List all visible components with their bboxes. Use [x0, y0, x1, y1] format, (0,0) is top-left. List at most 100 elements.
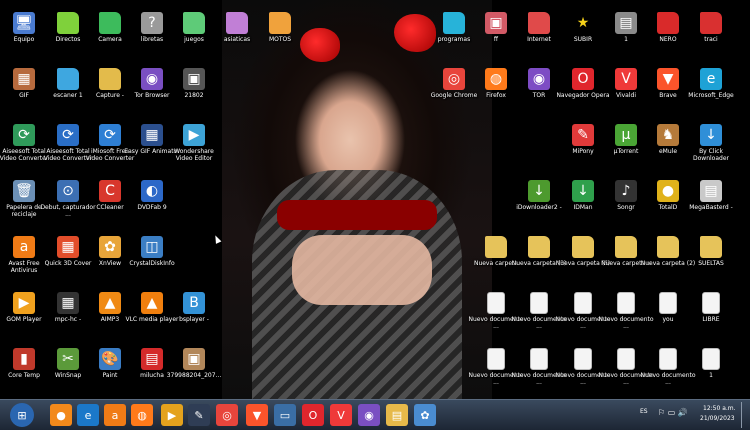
- text-file-icon: [702, 292, 720, 314]
- explorer-taskbar-icon[interactable]: ▤: [386, 404, 408, 426]
- desktop-icon[interactable]: ▣ 379988204_207...: [166, 348, 222, 379]
- text-file-icon: [530, 348, 548, 370]
- utorrent-icon: µ: [615, 124, 637, 146]
- paint-taskbar-icon[interactable]: ✿: [414, 404, 436, 426]
- start-button[interactable]: ⊞: [10, 403, 34, 427]
- mipony-icon: ✎: [572, 124, 594, 146]
- megabasterd-icon: ▤: [700, 180, 722, 202]
- idownloader-icon: ↓: [528, 180, 550, 202]
- image-file-icon: ▣: [485, 12, 507, 34]
- mouse-cursor: [212, 234, 222, 244]
- desktop-icon[interactable]: Bbsplayer -: [166, 292, 222, 323]
- pdf-file-icon: ▤: [141, 348, 163, 370]
- clock-time[interactable]: 12:50 a.m.: [703, 405, 736, 412]
- clock-date[interactable]: 21/09/2023: [700, 415, 735, 422]
- pen-taskbar-icon[interactable]: ✎: [188, 404, 210, 426]
- brave-taskbar-icon[interactable]: ▼: [246, 404, 268, 426]
- debut-icon: ⊙: [57, 180, 79, 202]
- tor-icon: ◉: [528, 68, 550, 90]
- folder-green-icon: [57, 12, 79, 34]
- desktop-icon[interactable]: ▶ Wondershare Video Editor: [166, 124, 222, 162]
- firefox-orb-icon[interactable]: ●: [50, 404, 72, 426]
- star-icon: ★: [576, 15, 590, 31]
- image-file-icon: ▣: [183, 68, 205, 90]
- folder-icon: [485, 236, 507, 258]
- text-file-icon: [530, 292, 548, 314]
- desktop-icon[interactable]: traci: [683, 12, 739, 43]
- edge-icon: e: [700, 68, 722, 90]
- firefox-taskbar-icon[interactable]: ◍: [131, 404, 153, 426]
- desktop-icon-label: MOTOS: [268, 36, 292, 43]
- recycle-bin-icon: 🗑: [13, 180, 35, 202]
- desktop-icon[interactable]: ◐ DVDFab 9: [124, 180, 180, 211]
- text-file-icon: [487, 348, 505, 370]
- desktop[interactable]: 🖥 Equipo Directos Camera? libretas juegos asia…: [0, 0, 750, 399]
- avast-taskbar-icon[interactable]: a: [104, 404, 126, 426]
- video-converter-icon: ⟳: [99, 124, 121, 146]
- firefox-icon: ◍: [485, 68, 507, 90]
- desktop-icon-label: LIBRE: [702, 316, 720, 323]
- ccleaner-icon: C: [99, 180, 121, 202]
- opera-taskbar-icon[interactable]: O: [302, 404, 324, 426]
- desktop-icon[interactable]: e Microsoft_Edge: [683, 68, 739, 99]
- folder-teal-icon: [443, 12, 465, 34]
- video-converter-icon: ⟳: [57, 124, 79, 146]
- tray-icons[interactable]: ⚐ ▭ 🔊: [658, 408, 688, 417]
- desktop-icon[interactable]: 1: [683, 348, 739, 379]
- vivaldi-taskbar-icon[interactable]: V: [330, 404, 352, 426]
- vlc-icon: ▲: [141, 292, 163, 314]
- wallpaper-photo: [222, 0, 492, 399]
- folder-icon: [615, 236, 637, 258]
- desktop-icon-label: DVDFab 9: [137, 204, 167, 211]
- desktop-icon[interactable]: LIBRE: [683, 292, 739, 323]
- core-temp-icon: ▮: [13, 348, 35, 370]
- media-player-taskbar-icon[interactable]: ▶: [161, 404, 183, 426]
- computer-icon: 🖥: [13, 12, 35, 34]
- desktop-icon-label: bsplayer -: [179, 316, 209, 323]
- gif-animator-icon: ▦: [141, 124, 163, 146]
- aimp-icon: ▲: [99, 292, 121, 314]
- desktop-icon-label: traci: [704, 36, 718, 43]
- gom-player-icon: ▶: [13, 292, 35, 314]
- brave-icon: ▼: [657, 68, 679, 90]
- chrome-icon: ◎: [443, 68, 465, 90]
- text-file-icon: [702, 348, 720, 370]
- folder-icon: [657, 236, 679, 258]
- text-file-icon: [617, 292, 635, 314]
- desktop-icon-label: MegaBasterd -: [689, 204, 733, 211]
- desktop-icon[interactable]: ◫ CrystalDiskInfo: [124, 236, 180, 267]
- text-file-icon: [487, 292, 505, 314]
- desktop-icon[interactable]: ↓ By Click Downloader: [683, 124, 739, 162]
- avast-icon: a: [13, 236, 35, 258]
- folder-icon: [572, 236, 594, 258]
- text-file-icon: [659, 292, 677, 314]
- video-converter-icon: ⟳: [13, 124, 35, 146]
- desktop-icon[interactable]: ▤ MegaBasterd -: [683, 180, 739, 211]
- quick3d-icon: ▦: [57, 236, 79, 258]
- window-taskbar-icon[interactable]: ▭: [274, 404, 296, 426]
- desktop-icon-label: Microsoft_Edge: [688, 92, 734, 99]
- desktop-icon-label: SUELTAS: [698, 260, 724, 267]
- taskbar: ⊞ ● e a ◍ ▶ ✎ ◎ ▼ ▭ O V ◉ ▤ ✿ ES ⚐ ▭ 🔊 12:50 a.m. 21/0…: [0, 399, 750, 430]
- image-file-icon: ▣: [183, 348, 205, 370]
- folder-red-icon: [528, 12, 550, 34]
- folder-red-icon: [700, 12, 722, 34]
- dvdfab-icon: ◐: [141, 180, 163, 202]
- show-desktop-button[interactable]: [741, 402, 750, 428]
- crystaldisk-icon: ◫: [141, 236, 163, 258]
- text-file-icon: [659, 348, 677, 370]
- desktop-icon[interactable]: ▣ 21802: [166, 68, 222, 99]
- xnview-icon: ✿: [99, 236, 121, 258]
- internet-explorer-icon[interactable]: e: [77, 404, 99, 426]
- tor-taskbar-icon[interactable]: ◉: [358, 404, 380, 426]
- language-indicator[interactable]: ES: [640, 408, 648, 415]
- desktop-icon[interactable]: SUELTAS: [683, 236, 739, 267]
- tor-browser-icon: ◉: [141, 68, 163, 90]
- hands-shape: [292, 235, 432, 305]
- unknown-icon: ?: [141, 12, 163, 34]
- byclick-icon: ↓: [700, 124, 722, 146]
- chrome-taskbar-icon[interactable]: ◎: [216, 404, 238, 426]
- desktop-icon[interactable]: MOTOS: [252, 12, 308, 43]
- dress-trim: [277, 200, 437, 230]
- bsplayer-icon: B: [183, 292, 205, 314]
